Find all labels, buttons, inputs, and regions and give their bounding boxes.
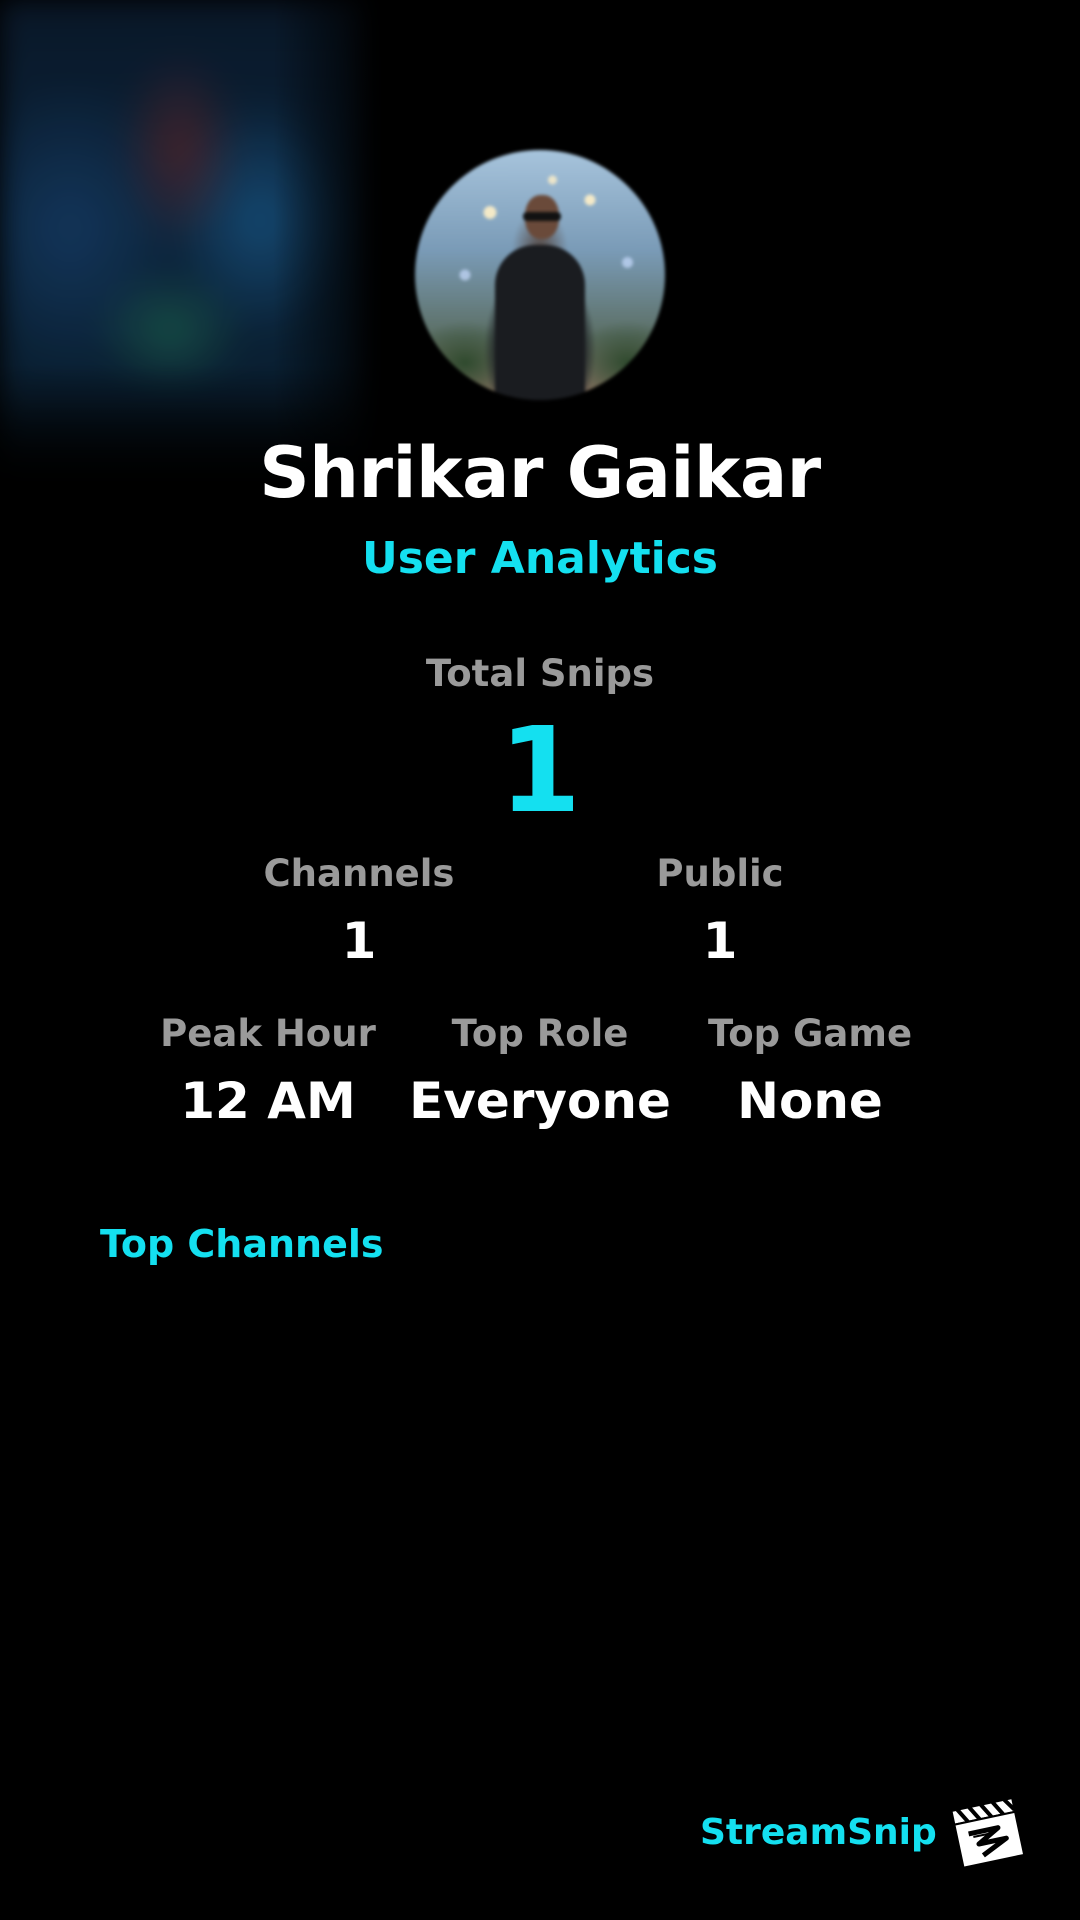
top-role-value: Everyone (409, 1072, 671, 1130)
channels-value: 1 (341, 912, 377, 970)
clapperboard-logo-icon (950, 1796, 1026, 1868)
public-label: Public (656, 852, 784, 895)
channels-label: Channels (263, 852, 455, 895)
top-game-label: Top Game (707, 1012, 913, 1055)
total-snips-label: Total Snips (425, 652, 655, 695)
top-game-value: None (737, 1072, 883, 1130)
brand-name: StreamSnip (700, 1812, 937, 1853)
avatar (415, 150, 665, 400)
user-name: Shrikar Gaikar (259, 432, 821, 514)
analytics-card: Shrikar Gaikar User Analytics Total Snip… (0, 0, 1080, 1920)
total-snips-value: 1 (498, 701, 582, 839)
public-value: 1 (702, 912, 738, 970)
peak-hour-label: Peak Hour (160, 1012, 376, 1055)
top-channels-heading: Top Channels (100, 1222, 384, 1266)
peak-hour-value: 12 AM (180, 1072, 356, 1130)
avatar-figure-glasses (523, 212, 561, 221)
top-role-label: Top Role (451, 1012, 629, 1055)
page-subtitle: User Analytics (362, 533, 718, 584)
avatar-figure-body (495, 245, 585, 400)
